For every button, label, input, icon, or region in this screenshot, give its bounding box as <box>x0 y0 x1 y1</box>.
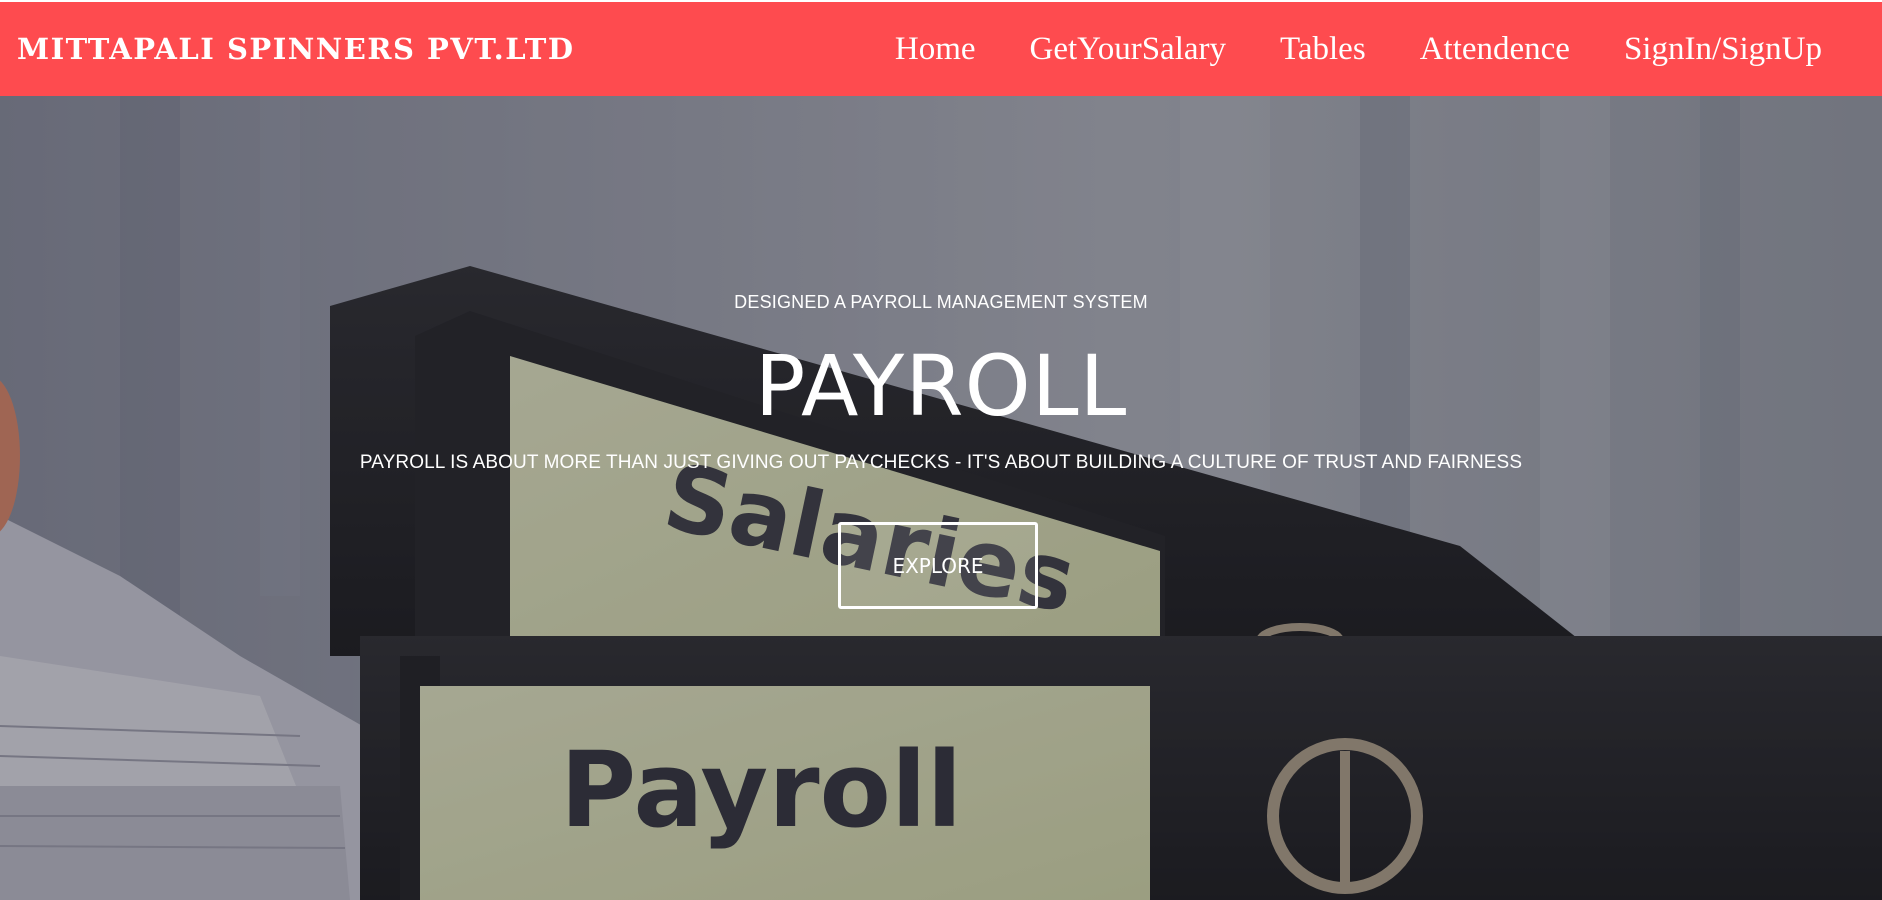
hero-content: DESIGNED A PAYROLL MANAGEMENT SYSTEM PAY… <box>0 96 1882 900</box>
hero-subtitle: PAYROLL IS ABOUT MORE THAN JUST GIVING O… <box>359 452 1523 473</box>
nav-tables-link[interactable]: Tables <box>1280 31 1366 68</box>
hero-section: Salaries Payroll DESIGNED A PAYROLL MANA… <box>0 96 1882 900</box>
nav-attendence-link[interactable]: Attendence <box>1420 31 1570 68</box>
brand-logo-text[interactable]: MITTAPALI SPINNERS PVT.LTD <box>17 32 575 66</box>
page: MITTAPALI SPINNERS PVT.LTD Home GetYourS… <box>0 0 1882 900</box>
hero-kicker-text: DESIGNED A PAYROLL MANAGEMENT SYSTEM <box>734 292 1148 312</box>
top-navbar: MITTAPALI SPINNERS PVT.LTD Home GetYourS… <box>0 2 1882 96</box>
nav-get-your-salary-link[interactable]: GetYourSalary <box>1030 31 1226 68</box>
explore-button[interactable]: EXPLORE <box>838 522 1038 609</box>
nav-home-link[interactable]: Home <box>895 31 976 68</box>
hero-title: PAYROLL <box>754 337 1128 435</box>
nav-signin-signup-link[interactable]: SignIn/SignUp <box>1624 31 1822 68</box>
nav-menu: Home GetYourSalary Tables Attendence Sig… <box>895 2 1822 96</box>
